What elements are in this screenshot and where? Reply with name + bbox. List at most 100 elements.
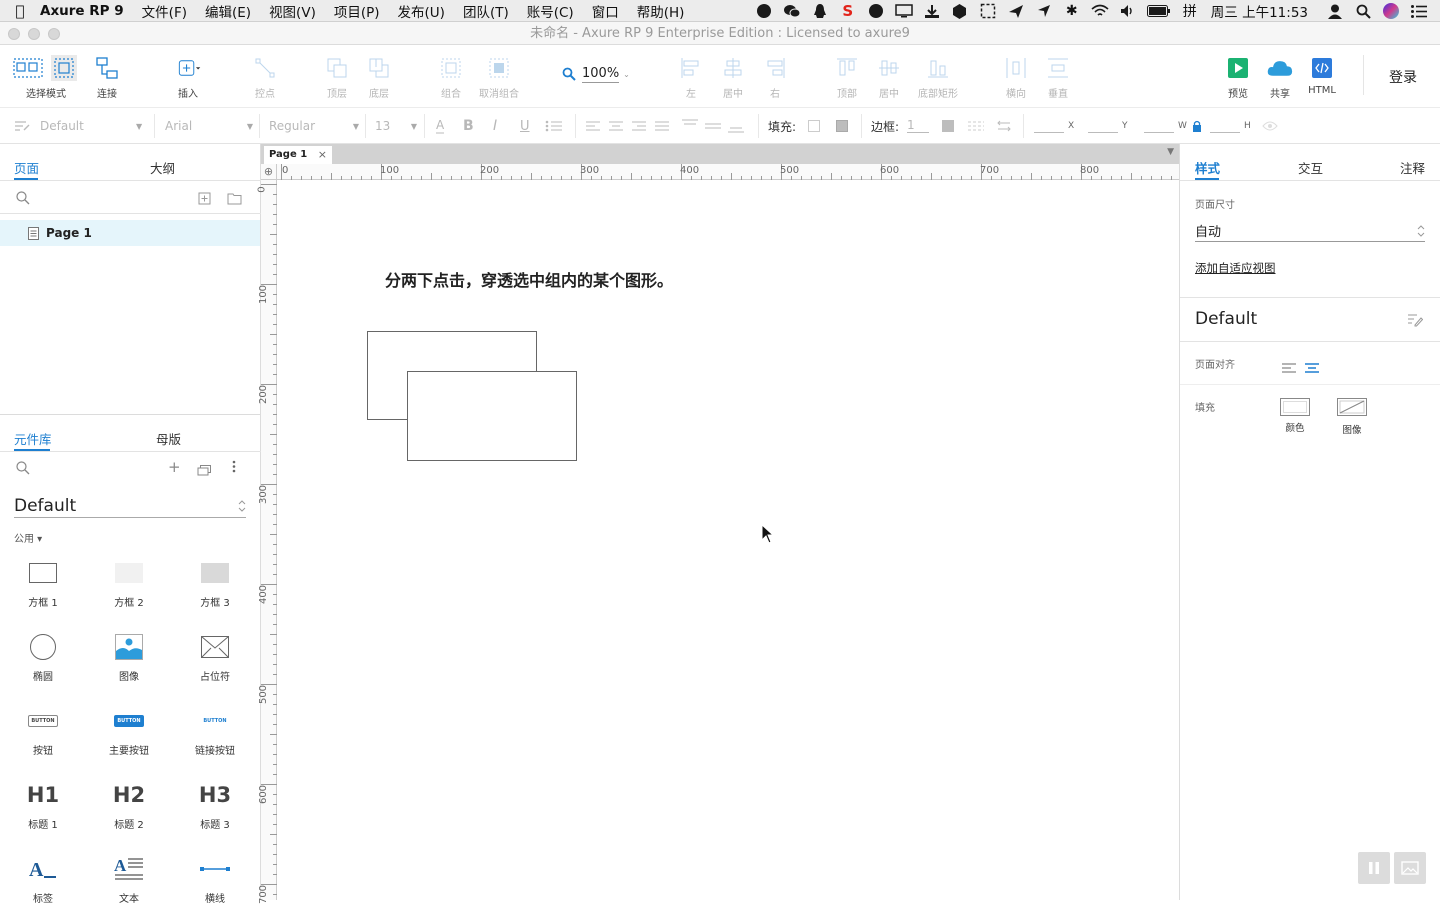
battery-icon[interactable] xyxy=(1145,3,1173,19)
siri-icon[interactable] xyxy=(1380,3,1402,19)
arrow-style-button[interactable] xyxy=(996,108,1012,144)
page-align-left-button[interactable] xyxy=(1282,358,1296,377)
tab-masters[interactable]: 母版 xyxy=(156,429,181,448)
preview-button[interactable]: 预览 xyxy=(1224,55,1252,100)
widget-h3[interactable]: H3 标题 3 xyxy=(172,780,258,831)
close-tab-icon[interactable]: × xyxy=(318,146,327,164)
widget-box1[interactable]: 方框 1 xyxy=(0,558,86,609)
align-left-button[interactable]: 左 xyxy=(676,55,706,100)
align-middle-button[interactable]: 居中 xyxy=(874,55,904,100)
page-size-select[interactable]: 自动 xyxy=(1195,220,1425,242)
menu-view[interactable]: 视图(V) xyxy=(269,1,316,21)
add-folder-button[interactable] xyxy=(227,190,242,209)
valign-bottom-button[interactable] xyxy=(728,108,744,144)
align-center-button[interactable]: 居中 xyxy=(718,55,748,100)
s-icon[interactable]: S xyxy=(837,2,859,20)
widget-image[interactable]: 图像 xyxy=(86,632,172,683)
minimize-window-button[interactable] xyxy=(28,28,40,40)
tab-pages[interactable]: 页面 xyxy=(14,158,39,177)
points-button[interactable]: 控点 xyxy=(250,55,280,100)
more-menu-button[interactable] xyxy=(232,460,236,473)
menu-team[interactable]: 团队(T) xyxy=(463,1,509,21)
valign-middle-button[interactable] xyxy=(705,108,721,144)
ruler-origin-icon[interactable]: ⊕ xyxy=(261,164,277,180)
bold-button[interactable]: B xyxy=(463,108,474,144)
app-menu[interactable]: Axure RP 9 xyxy=(40,3,124,19)
qq-icon[interactable] xyxy=(809,3,831,19)
fill-color-button[interactable] xyxy=(808,108,820,144)
wifi-icon[interactable] xyxy=(1089,3,1111,19)
close-window-button[interactable] xyxy=(8,28,20,40)
distribute-horizontal-button[interactable]: 横向 xyxy=(1001,55,1031,100)
group-button[interactable]: 组合 xyxy=(436,55,466,100)
clock[interactable]: 周三 上午11:53 xyxy=(1211,1,1308,21)
valign-top-button[interactable] xyxy=(682,108,698,144)
align-text-right-button[interactable] xyxy=(632,108,646,144)
fill-image-button[interactable]: 图像 xyxy=(1337,398,1367,436)
menu-project[interactable]: 项目(P) xyxy=(334,1,380,21)
widget-label-text[interactable]: A 标签 xyxy=(0,854,86,905)
menu-account[interactable]: 账号(C) xyxy=(527,1,574,21)
align-text-justify-button[interactable] xyxy=(655,108,669,144)
page-align-center-button[interactable] xyxy=(1305,358,1319,377)
connect-button[interactable]: 连接 xyxy=(90,55,124,100)
insert-button[interactable]: 插入 xyxy=(168,55,208,100)
add-page-button[interactable] xyxy=(198,190,211,209)
tab-overflow-chevron-icon[interactable]: ▼ xyxy=(1167,147,1174,157)
compass-icon[interactable] xyxy=(865,3,887,19)
category-toggle[interactable]: 公用 ▾ xyxy=(14,530,42,545)
tab-notes[interactable]: 注释 xyxy=(1400,158,1425,177)
menu-help[interactable]: 帮助(H) xyxy=(637,1,685,21)
select-mode-button[interactable]: 选择模式 xyxy=(12,55,80,100)
align-text-center-button[interactable] xyxy=(609,108,623,144)
widget-h2[interactable]: H2 标题 2 xyxy=(86,780,172,831)
shadow-button[interactable] xyxy=(836,108,848,144)
wechat-icon[interactable] xyxy=(781,3,803,19)
x-input[interactable]: X xyxy=(1034,108,1074,144)
panel-splitter[interactable] xyxy=(0,414,261,415)
font-weight-select[interactable]: Regular ▼ xyxy=(269,108,359,144)
h-input[interactable]: H xyxy=(1210,108,1251,144)
widget-link-button[interactable]: BUTTON 链接按钮 xyxy=(172,706,258,757)
style-name[interactable]: Default xyxy=(1195,309,1257,329)
pause-button[interactable] xyxy=(1358,852,1390,884)
menu-publish[interactable]: 发布(U) xyxy=(398,1,445,21)
ungroup-button[interactable]: 取消组合 xyxy=(476,55,522,100)
widget-box3[interactable]: 方框 3 xyxy=(172,558,258,609)
w-input[interactable]: W xyxy=(1144,108,1187,144)
tab-interactions[interactable]: 交互 xyxy=(1298,158,1323,177)
location-icon[interactable] xyxy=(1033,3,1055,19)
spotlight-icon[interactable] xyxy=(1352,3,1374,19)
library-options-button[interactable] xyxy=(197,461,212,480)
border-width-input[interactable]: 1 xyxy=(907,108,929,144)
widget-placeholder[interactable]: 占位符 xyxy=(172,632,258,683)
top-layer-button[interactable]: 顶层 xyxy=(322,55,352,100)
html-button[interactable]: HTML xyxy=(1305,55,1339,96)
widget-ellipse[interactable]: 椭圆 xyxy=(0,632,86,683)
border-style-button[interactable] xyxy=(968,108,984,144)
widget-primary-button[interactable]: BUTTON 主要按钮 xyxy=(86,706,172,757)
page-tab[interactable]: Page 1 × xyxy=(264,146,332,164)
bluetooth-icon[interactable]: ✱ xyxy=(1061,3,1083,19)
user-icon[interactable] xyxy=(1324,3,1346,19)
align-top-button[interactable]: 顶部 xyxy=(832,55,862,100)
download-icon[interactable] xyxy=(921,3,943,19)
widget-paragraph[interactable]: A 文本 xyxy=(86,854,172,905)
underline-button[interactable]: U xyxy=(520,108,530,144)
screen-button[interactable] xyxy=(1394,852,1426,884)
add-adaptive-view-link[interactable]: 添加自适应视图 xyxy=(1195,260,1276,276)
font-select[interactable]: Arial ▼ xyxy=(165,108,253,144)
widget-h1[interactable]: H1 标题 1 xyxy=(0,780,86,831)
volume-icon[interactable] xyxy=(1117,3,1139,19)
align-right-button[interactable]: 右 xyxy=(760,55,790,100)
visibility-button[interactable] xyxy=(1262,108,1278,144)
bottom-layer-button[interactable]: 底层 xyxy=(364,55,394,100)
italic-button[interactable]: I xyxy=(493,108,497,144)
instruction-text[interactable]: 分两下点击，穿透选中组内的某个图形。 xyxy=(385,267,673,291)
tab-library[interactable]: 元件库 xyxy=(14,429,52,448)
tray-m-icon[interactable] xyxy=(753,3,775,19)
widget-hline[interactable]: 横线 xyxy=(172,854,258,905)
zoom-window-button[interactable] xyxy=(48,28,60,40)
library-select[interactable]: Default xyxy=(14,494,246,518)
font-color-button[interactable]: A xyxy=(436,108,445,144)
